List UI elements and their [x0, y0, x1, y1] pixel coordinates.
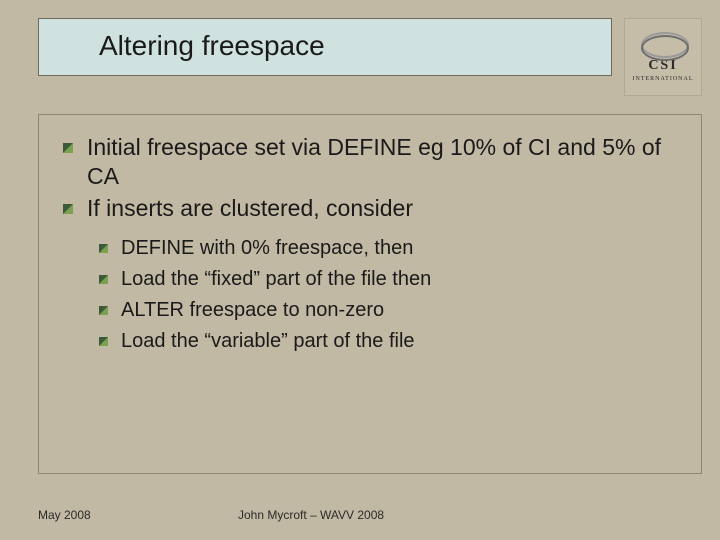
list-item: If inserts are clustered, consider: [63, 194, 681, 223]
logo-ellipse-icon: [641, 32, 685, 56]
list-item-text: ALTER freespace to non-zero: [121, 299, 384, 321]
list-item-text: DEFINE with 0% freespace, then: [121, 237, 413, 259]
list-item-text: If inserts are clustered, consider: [87, 195, 413, 221]
list-item-text: Load the “variable” part of the file: [121, 330, 415, 352]
footer: May 2008 John Mycroft – WAVV 2008: [0, 508, 720, 522]
list-item: DEFINE with 0% freespace, then: [99, 233, 681, 264]
footer-date: May 2008: [38, 508, 228, 522]
bullet-icon: [99, 275, 108, 284]
list-item-text: Initial freespace set via DEFINE eg 10% …: [87, 134, 661, 189]
sub-bullet-list: DEFINE with 0% freespace, then Load the …: [59, 233, 681, 357]
header-row: Altering freespace CSI INTERNATIONAL: [0, 0, 720, 96]
bullet-icon: [63, 204, 73, 214]
list-item-text: Load the “fixed” part of the file then: [121, 268, 431, 290]
logo-text: CSI: [648, 59, 677, 73]
list-item: Load the “variable” part of the file: [99, 326, 681, 357]
logo-subtext: INTERNATIONAL: [633, 76, 694, 82]
bullet-list: Initial freespace set via DEFINE eg 10% …: [59, 133, 681, 223]
bullet-icon: [99, 244, 108, 253]
csi-logo: CSI INTERNATIONAL: [624, 18, 702, 96]
list-item: ALTER freespace to non-zero: [99, 295, 681, 326]
bullet-icon: [63, 143, 73, 153]
list-item: Load the “fixed” part of the file then: [99, 264, 681, 295]
bullet-icon: [99, 337, 108, 346]
title-box: Altering freespace: [38, 18, 612, 76]
bullet-icon: [99, 306, 108, 315]
footer-author: John Mycroft – WAVV 2008: [228, 508, 682, 522]
list-item: Initial freespace set via DEFINE eg 10% …: [63, 133, 681, 192]
slide-title: Altering freespace: [99, 30, 325, 62]
content-box: Initial freespace set via DEFINE eg 10% …: [38, 114, 702, 474]
